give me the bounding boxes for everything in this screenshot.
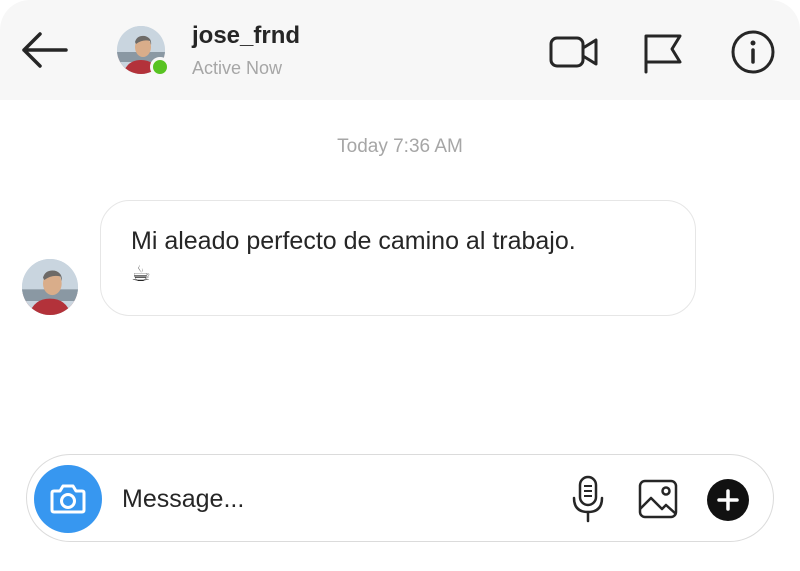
message-text: Mi aleado perfecto de camino al trabajo. bbox=[131, 227, 576, 255]
online-status-dot bbox=[150, 57, 170, 77]
sender-avatar[interactable] bbox=[22, 259, 78, 315]
chat-username[interactable]: jose_frnd bbox=[192, 22, 300, 50]
message-timestamp: Today 7:36 AM bbox=[337, 136, 463, 157]
coffee-emoji: ☕ bbox=[131, 261, 151, 286]
message-bubble[interactable]: Mi aleado perfecto de camino al trabajo.… bbox=[100, 200, 696, 316]
flag-icon[interactable] bbox=[638, 30, 686, 74]
camera-icon[interactable] bbox=[34, 465, 102, 533]
info-icon[interactable] bbox=[728, 28, 778, 78]
chat-header: jose_frnd Active Now bbox=[0, 0, 800, 100]
video-camera-icon[interactable] bbox=[548, 30, 600, 74]
image-icon[interactable] bbox=[636, 478, 680, 520]
active-status: Active Now bbox=[192, 58, 283, 78]
plus-circle-icon[interactable] bbox=[706, 478, 750, 522]
back-arrow-icon[interactable] bbox=[18, 28, 70, 72]
message-input[interactable] bbox=[122, 478, 542, 520]
microphone-icon[interactable] bbox=[570, 474, 606, 524]
